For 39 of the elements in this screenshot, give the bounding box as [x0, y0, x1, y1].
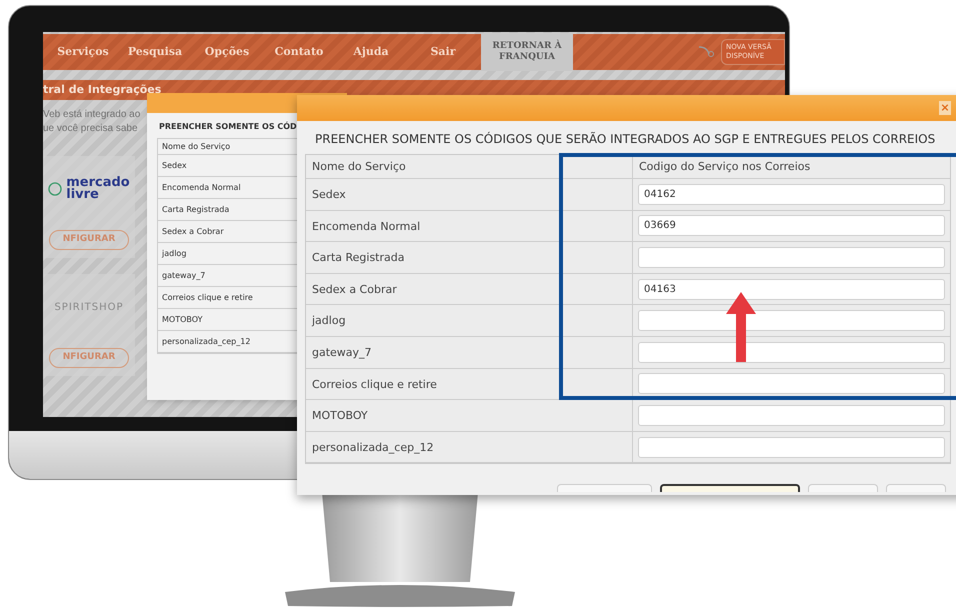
service-name: personalizada_cep_12 — [306, 432, 633, 462]
nav-link[interactable]: Ajuda — [339, 44, 403, 60]
code-field[interactable]: 04162 — [638, 184, 945, 205]
column-header: Codigo do Serviço nos Correios — [638, 159, 812, 175]
dialog-title: PREENCHER SOMENTE OS CÓD — [159, 121, 298, 133]
service-name: Carta Registrada — [306, 242, 633, 273]
code-field[interactable] — [638, 310, 945, 332]
code-field[interactable]: 04163 — [638, 278, 945, 300]
service-name: Sedex — [306, 179, 633, 210]
code-field[interactable] — [638, 404, 945, 426]
return-button[interactable]: RETORNAR À FRANQUIA — [481, 33, 573, 71]
configure-button[interactable]: NFIGURAR — [49, 230, 129, 250]
code-field[interactable] — [638, 246, 945, 268]
nav-link[interactable]: Opções — [195, 44, 259, 60]
service-name: Encomenda Normal — [306, 210, 633, 242]
logo-text: livre — [66, 189, 100, 201]
intro-text: ue você precisa sabe — [43, 122, 138, 136]
nav-link[interactable]: Pesquisa — [123, 44, 187, 60]
configure-button[interactable]: NFIGURAR — [49, 348, 129, 368]
service-name: MOTOBOY — [306, 400, 633, 431]
code-field[interactable]: 03669 — [638, 215, 945, 236]
code-field[interactable] — [638, 436, 945, 458]
dialog-button[interactable] — [660, 484, 800, 492]
service-name: jadlog — [306, 305, 633, 336]
close-button[interactable]: × — [939, 101, 951, 115]
arrow-icon — [724, 290, 758, 364]
intro-text: Veb está integrado ao — [43, 108, 140, 122]
service-name: Correios clique e retire — [306, 368, 633, 400]
service-name: gateway_7 — [306, 336, 633, 368]
nav-link[interactable]: Contato — [267, 44, 331, 60]
section-title: tral de Integrações — [43, 82, 162, 98]
logo-text: SPIRITSHOP — [54, 300, 124, 314]
code-field[interactable] — [638, 373, 945, 394]
service-name: Sedex a Cobrar — [306, 274, 633, 304]
nav-link[interactable]: Serviços — [51, 44, 115, 60]
cable-icon — [697, 45, 717, 59]
logo-text: mercado — [66, 177, 130, 189]
code-field[interactable] — [638, 342, 945, 363]
nav-link[interactable]: Sair — [411, 44, 475, 60]
